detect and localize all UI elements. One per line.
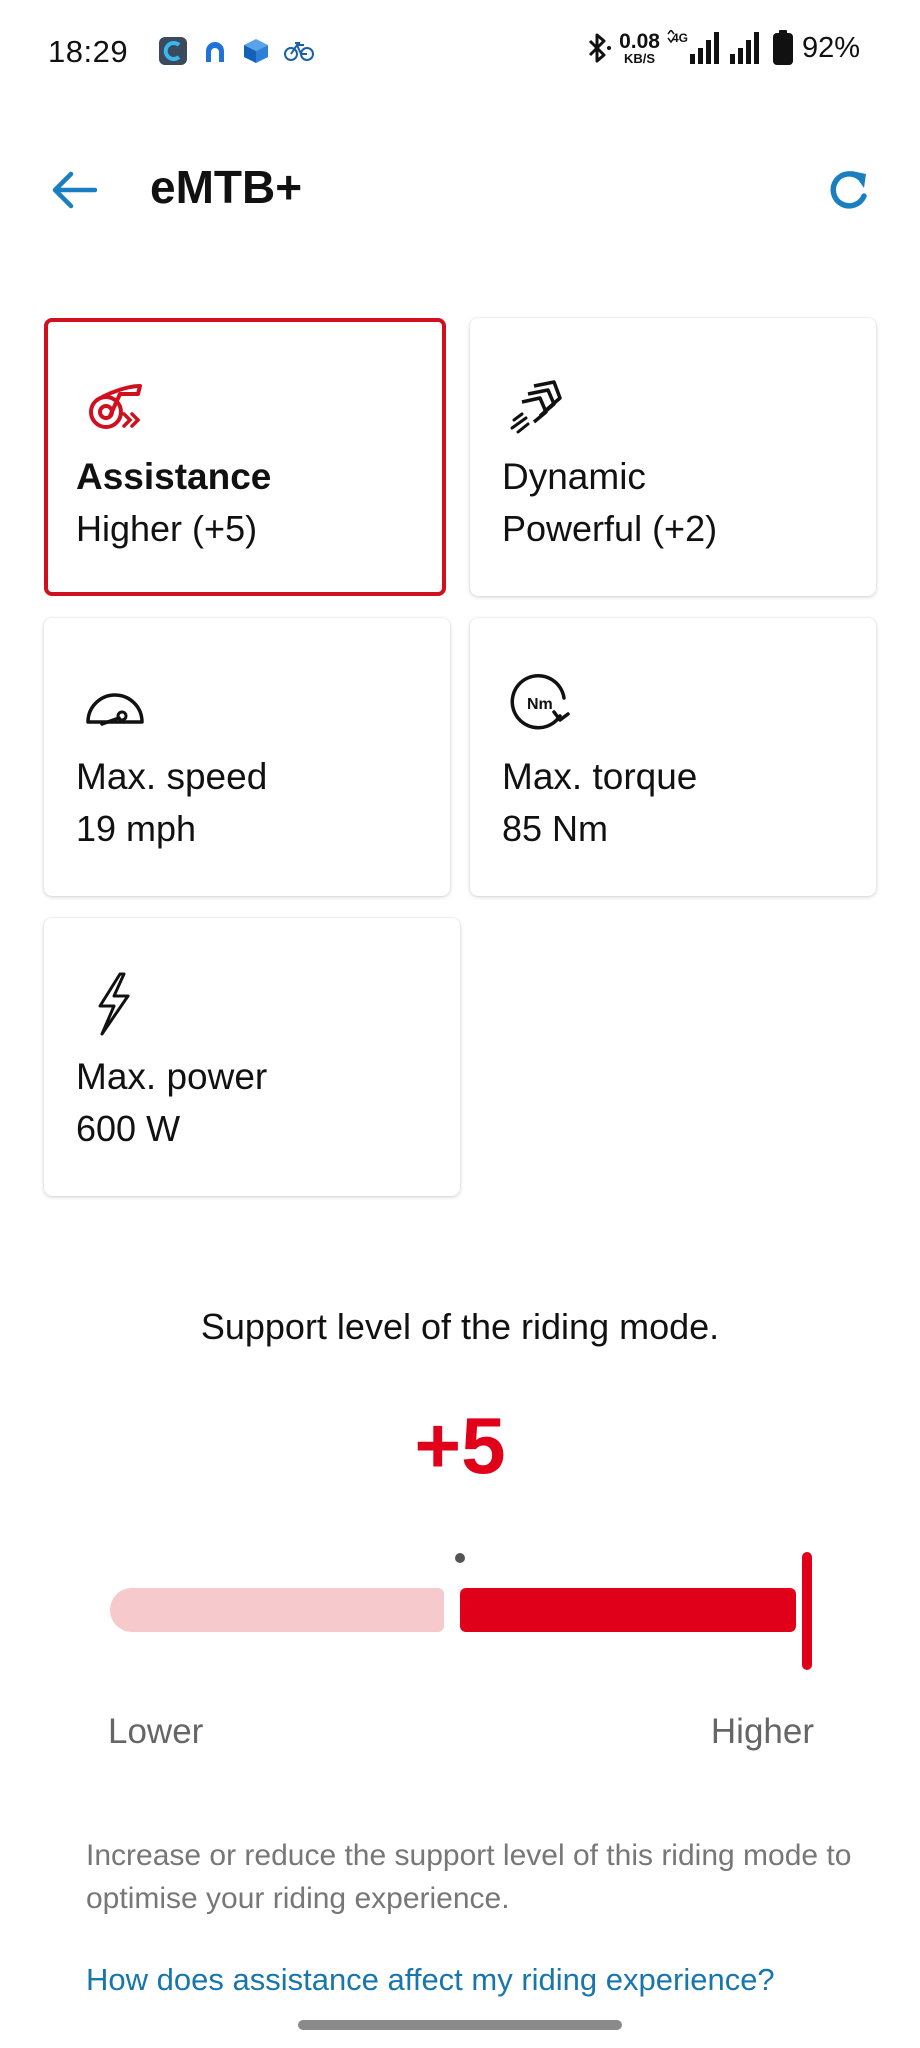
tile-value: 600 W	[76, 1108, 181, 1149]
support-level-heading: Support level of the riding mode.	[200, 1306, 720, 1347]
status-bar: 18:29 0.08 KB/S 4G 92%	[0, 0, 920, 108]
tile-title: Max. torque	[502, 756, 698, 797]
assistance-help-link[interactable]: How does assistance affect my riding exp…	[86, 1962, 775, 1998]
battery-percent: 92%	[801, 31, 860, 64]
support-level-value: +5	[414, 1401, 506, 1490]
back-arrow-icon	[52, 171, 97, 209]
tile-title: Assistance	[76, 456, 272, 497]
box-notification-icon	[244, 39, 268, 63]
lightning-icon	[98, 972, 130, 1036]
battery-icon	[772, 30, 793, 65]
status-time: 18:29	[48, 34, 129, 69]
home-indicator[interactable]	[298, 2020, 622, 2030]
tile-assistance[interactable]: Assistance Higher (+5)	[44, 318, 446, 596]
slider-label-higher: Higher	[710, 1712, 814, 1751]
support-description: Increase or reduce the support level of …	[86, 1839, 852, 1915]
signal-4g-icon: 4G	[667, 30, 719, 64]
speedometer-icon	[86, 693, 144, 726]
torque-icon: Nm	[510, 673, 570, 730]
bike-notification-icon	[284, 42, 314, 61]
signal-icon	[729, 32, 759, 64]
page-title: eMTB+	[150, 161, 303, 213]
tile-dynamic[interactable]: Dynamic Powerful (+2)	[470, 318, 876, 596]
tile-max-torque[interactable]: Nm Max. torque 85 Nm	[470, 618, 876, 896]
slider-center-marker	[455, 1553, 465, 1563]
tile-value: 19 mph	[76, 808, 197, 849]
back-button[interactable]	[44, 162, 102, 218]
tile-title: Dynamic	[502, 456, 646, 497]
top-app-bar: eMTB+	[0, 140, 920, 240]
home-notification-icon	[206, 42, 224, 62]
dynamic-icon	[510, 380, 562, 434]
slider-track-lower	[110, 1588, 444, 1632]
torque-icon-label: Nm	[527, 696, 553, 713]
status-indicators: 0.08 KB/S 4G 92%	[583, 30, 860, 66]
notification-icons	[158, 36, 314, 66]
tile-title: Max. power	[76, 1056, 268, 1097]
network-speed: 0.08 KB/S	[619, 31, 660, 65]
network-speed-value: 0.08	[619, 30, 660, 53]
tile-max-speed[interactable]: Max. speed 19 mph	[44, 618, 450, 896]
refresh-icon	[830, 171, 867, 209]
network-speed-unit: KB/S	[623, 51, 656, 66]
app-notification-icon	[159, 37, 187, 65]
refresh-button[interactable]	[820, 162, 878, 220]
slider-track-upper	[460, 1588, 796, 1632]
tile-value: 85 Nm	[502, 808, 609, 849]
slider-thumb[interactable]	[802, 1552, 812, 1670]
network-type-label: 4G	[672, 31, 688, 45]
tile-value: Powerful (+2)	[502, 508, 718, 549]
slider-label-lower: Lower	[108, 1712, 204, 1751]
tile-title: Max. speed	[76, 756, 268, 797]
assistance-icon	[89, 384, 142, 429]
tile-max-power[interactable]: Max. power 600 W	[44, 918, 460, 1196]
support-level-slider[interactable]	[110, 1540, 820, 1680]
tile-value: Higher (+5)	[76, 508, 258, 549]
bluetooth-icon	[589, 33, 612, 63]
